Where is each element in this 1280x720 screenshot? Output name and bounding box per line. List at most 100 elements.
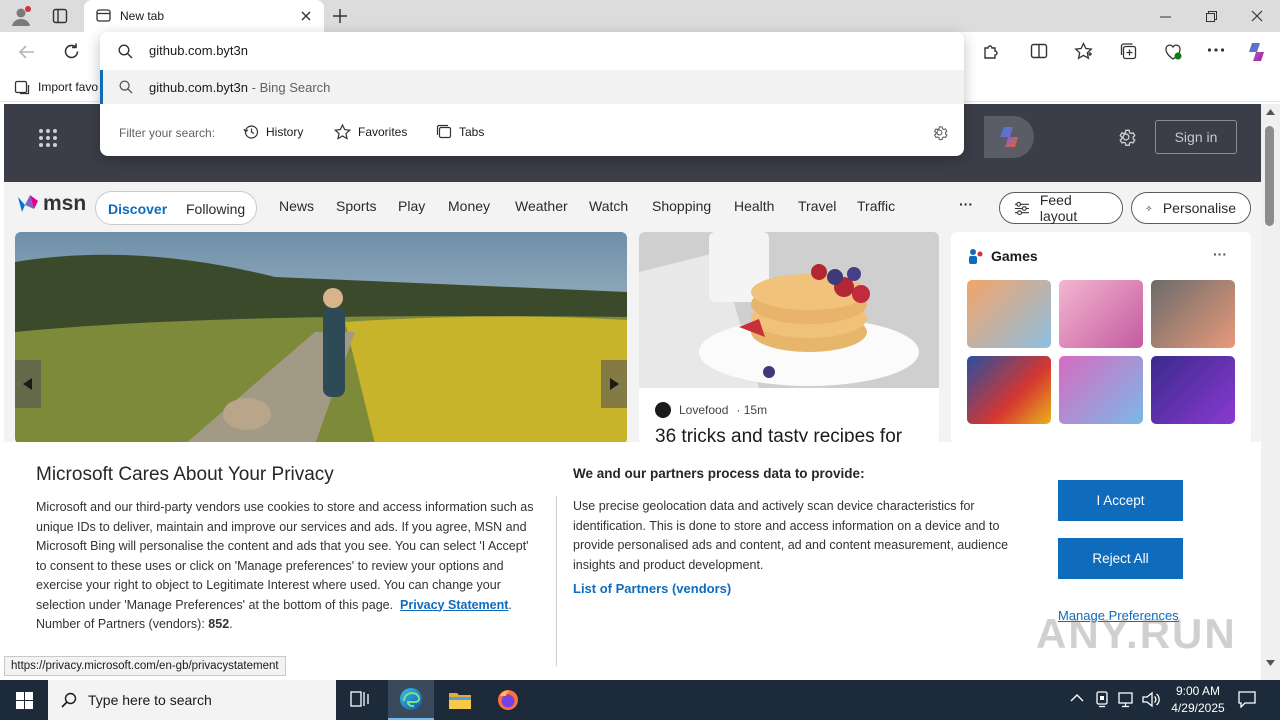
game-tile[interactable] [967, 280, 1051, 348]
tab-discover[interactable]: Discover [108, 201, 167, 217]
nav-shopping[interactable]: Shopping [652, 198, 711, 214]
games-more-icon[interactable]: ··· [1213, 246, 1227, 262]
minimize-button[interactable] [1142, 0, 1188, 32]
msn-logo[interactable]: msn [16, 192, 86, 216]
bing-search-suggestion[interactable]: github.com.byt3n - Bing Search [100, 70, 964, 104]
nav-weather[interactable]: Weather [515, 198, 568, 214]
import-icon [14, 80, 30, 95]
task-view-button[interactable] [336, 680, 384, 720]
scroll-down-icon[interactable] [1266, 660, 1275, 666]
collections-icon[interactable] [1119, 42, 1138, 61]
field-landscape-image [15, 232, 627, 444]
nav-health[interactable]: Health [734, 198, 774, 214]
reject-all-button[interactable]: Reject All [1058, 538, 1183, 579]
tab-actions-icon[interactable] [52, 8, 68, 24]
food-article-card[interactable]: Lovefood · 15m 36 tricks and tasty recip… [639, 232, 939, 444]
address-bar-dropdown: github.com.byt3n github.com.byt3n - Bing… [100, 32, 964, 156]
games-card: Games ··· [951, 232, 1251, 444]
taskbar-edge-button[interactable] [388, 680, 434, 720]
settings-more-icon[interactable] [1207, 47, 1225, 53]
privacy-body: Microsoft and our third-party vendors us… [36, 500, 534, 631]
nav-travel[interactable]: Travel [798, 198, 836, 214]
game-tile[interactable] [1059, 356, 1143, 424]
filter-favorites[interactable]: Favorites [334, 124, 407, 140]
nav-more-icon[interactable]: ··· [959, 196, 973, 212]
scrollbar-thumb[interactable] [1265, 126, 1274, 226]
nav-watch[interactable]: Watch [589, 198, 628, 214]
back-icon[interactable] [18, 43, 36, 61]
split-screen-icon[interactable] [1030, 42, 1048, 60]
sparkle-icon [1146, 204, 1152, 211]
carousel-prev-icon[interactable] [23, 378, 33, 390]
game-tile[interactable] [1151, 356, 1235, 424]
msn-butterfly-icon [18, 195, 38, 212]
filter-history[interactable]: History [243, 124, 303, 140]
volume-icon[interactable] [1142, 691, 1160, 708]
copilot-search-button[interactable] [984, 116, 1034, 158]
filter-tabs[interactable]: Tabs [436, 124, 484, 140]
windows-logo-icon [15, 691, 33, 709]
edge-icon [400, 688, 422, 710]
taskbar-search-box[interactable]: Type here to search [48, 680, 336, 720]
tab-following[interactable]: Following [186, 201, 245, 217]
game-tile[interactable] [967, 356, 1051, 424]
nav-traffic[interactable]: Traffic [857, 198, 895, 214]
scroll-up-icon[interactable] [1266, 109, 1275, 115]
tab-new-tab[interactable]: New tab [84, 0, 324, 32]
feed-layout-button[interactable]: Feed layout [999, 192, 1123, 224]
address-input[interactable]: github.com.byt3n [149, 43, 248, 58]
lovefood-logo-icon [655, 402, 671, 418]
close-tab-icon[interactable] [300, 10, 312, 22]
system-clock[interactable]: 9:00 AM 4/29/2025 [1168, 683, 1228, 717]
taskbar-search-icon [61, 692, 77, 708]
profile-icon[interactable] [10, 5, 32, 27]
accept-button[interactable]: I Accept [1058, 480, 1183, 521]
nav-sports[interactable]: Sports [336, 198, 376, 214]
nav-money[interactable]: Money [448, 198, 490, 214]
refresh-icon[interactable] [62, 42, 81, 61]
tab-title: New tab [120, 9, 165, 23]
restore-button[interactable] [1188, 0, 1234, 32]
list-of-partners-link[interactable]: List of Partners (vendors) [573, 581, 731, 596]
new-tab-button[interactable] [332, 8, 348, 24]
games-icon [967, 248, 985, 264]
personalise-button[interactable]: Personalise [1131, 192, 1251, 224]
device-icon[interactable] [1094, 691, 1110, 708]
history-icon [243, 125, 259, 139]
hero-article-image[interactable] [15, 232, 627, 444]
game-tile[interactable] [1151, 280, 1235, 348]
favorites-icon[interactable] [1074, 42, 1093, 61]
game-tile[interactable] [1059, 280, 1143, 348]
import-favorites-item[interactable]: Import favo [14, 79, 98, 95]
search-settings-gear-icon[interactable] [931, 124, 948, 141]
windows-taskbar: Type here to search 9:00 AM 4/29/2025 [0, 680, 1280, 720]
browser-essentials-icon[interactable] [1163, 42, 1183, 61]
filter-row: Filter your search: History Favorites Ta… [100, 116, 964, 150]
folder-icon [449, 693, 471, 709]
notifications-icon[interactable] [1238, 691, 1256, 708]
taskbar-firefox-button[interactable] [484, 680, 532, 720]
copilot-icon[interactable] [1245, 40, 1269, 64]
privacy-statement-link[interactable]: Privacy Statement [400, 598, 508, 612]
address-input-row[interactable]: github.com.byt3n [100, 32, 964, 70]
firefox-icon [498, 690, 518, 710]
import-favorites-label: Import favo [38, 80, 99, 94]
privacy-right-body: Use precise geolocation data and activel… [573, 499, 1009, 572]
network-icon[interactable] [1118, 691, 1136, 708]
page-settings-gear-icon[interactable] [1116, 127, 1136, 147]
close-window-button[interactable] [1234, 0, 1280, 32]
nav-news[interactable]: News [279, 198, 314, 214]
sign-in-button[interactable]: Sign in [1155, 120, 1237, 154]
title-bar: New tab [0, 0, 1280, 32]
carousel-next-icon[interactable] [609, 378, 619, 390]
partners-count: 852 [208, 617, 230, 631]
article-source: Lovefood · 15m [655, 402, 767, 418]
nav-play[interactable]: Play [398, 198, 425, 214]
extensions-icon[interactable] [982, 42, 1000, 60]
taskbar-explorer-button[interactable] [436, 680, 484, 720]
start-button[interactable] [0, 680, 48, 720]
clock-date: 4/29/2025 [1171, 701, 1225, 715]
show-hidden-icons[interactable] [1070, 693, 1084, 703]
waffle-image [639, 232, 939, 388]
app-launcher-icon[interactable] [38, 128, 58, 148]
